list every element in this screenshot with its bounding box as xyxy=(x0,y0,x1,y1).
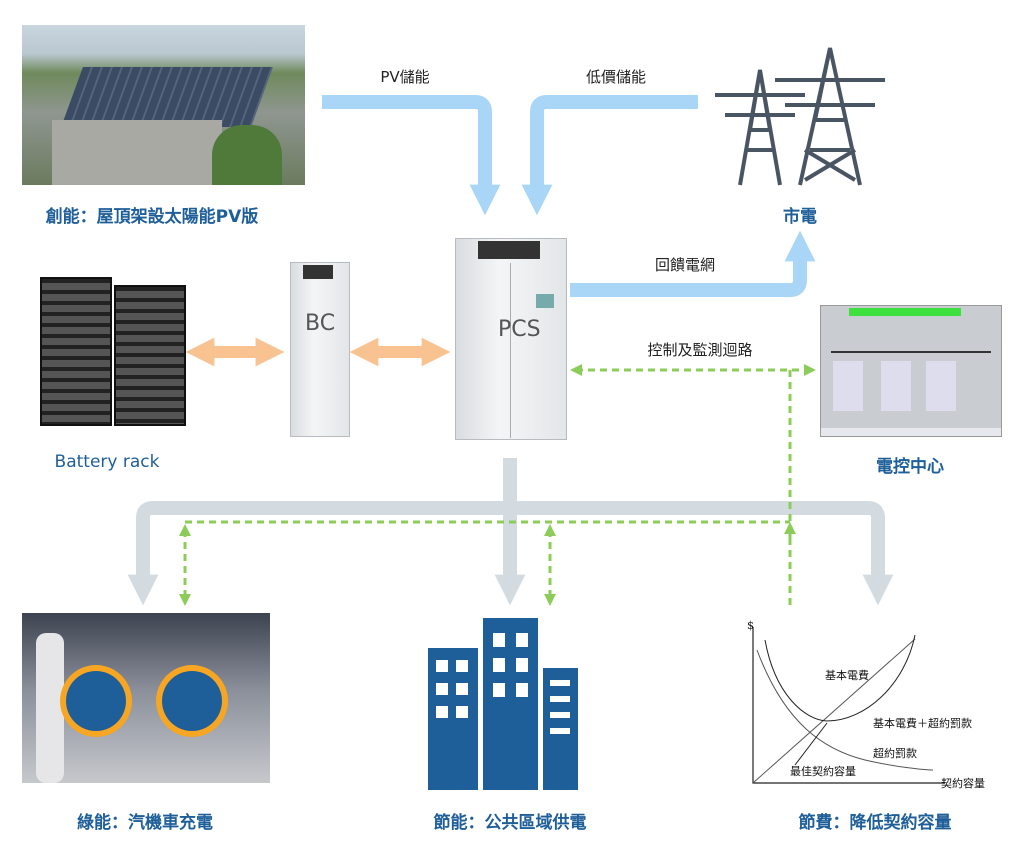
car-icon xyxy=(60,665,132,737)
series-label-total: 基本電費＋超約罰款 xyxy=(873,717,972,730)
pv-storage-label: PV儲能 xyxy=(380,68,430,86)
pv-storage-arrow xyxy=(322,95,501,216)
series-basic-fee xyxy=(752,638,916,784)
scooter-icon xyxy=(156,665,228,737)
control-loop-label: 控制及監測迴路 xyxy=(647,341,753,359)
control-center-label: 電控中心 xyxy=(876,457,944,477)
low-price-storage-label: 低價儲能 xyxy=(585,68,647,86)
building-icon xyxy=(428,618,578,790)
pcs-label: PCS xyxy=(498,317,541,342)
series-label-basic-fee: 基本電費 xyxy=(825,669,869,682)
power-tower-icon xyxy=(715,47,885,186)
cost-label: 節費：降低契約容量 xyxy=(798,813,952,833)
pv-label: 創能：屋頂架設太陽能PV版 xyxy=(45,207,259,227)
contract-capacity-chart: $ 契約容量 基本電費 基本電費＋超約罰款 超約罰款 最佳契約容量 xyxy=(745,615,1005,795)
ev-label: 綠能：汽機車充電 xyxy=(77,813,213,833)
building-label: 節能：公共區域供電 xyxy=(433,813,587,833)
distribution-arrows xyxy=(127,458,894,606)
feedback-label: 回饋電網 xyxy=(654,256,716,274)
bc-label: BC xyxy=(305,311,336,336)
grid-label: 市電 xyxy=(783,207,817,227)
optimal-pointer xyxy=(794,722,828,766)
low-price-storage-arrow xyxy=(521,95,698,216)
battery-rack-image xyxy=(40,277,186,426)
battery-label: Battery rack xyxy=(54,452,160,472)
y-axis-label: $ xyxy=(747,619,754,632)
pcs-cabinet: PCS xyxy=(455,238,567,440)
bc-cabinet: BC xyxy=(290,262,350,437)
ev-charging-photo xyxy=(22,613,270,783)
optimal-capacity-annotation: 最佳契約容量 xyxy=(790,765,856,778)
control-center-screen xyxy=(820,305,1002,437)
x-axis-label: 契約容量 xyxy=(941,777,985,790)
energy-storage-diagram: PV儲能 低價儲能 創能：屋頂架設太陽能PV版 市電 Battery rack … xyxy=(0,0,1020,858)
series-label-penalty: 超約罰款 xyxy=(873,747,917,760)
chart-lines xyxy=(752,627,945,784)
pv-rooftop-photo xyxy=(22,25,305,185)
